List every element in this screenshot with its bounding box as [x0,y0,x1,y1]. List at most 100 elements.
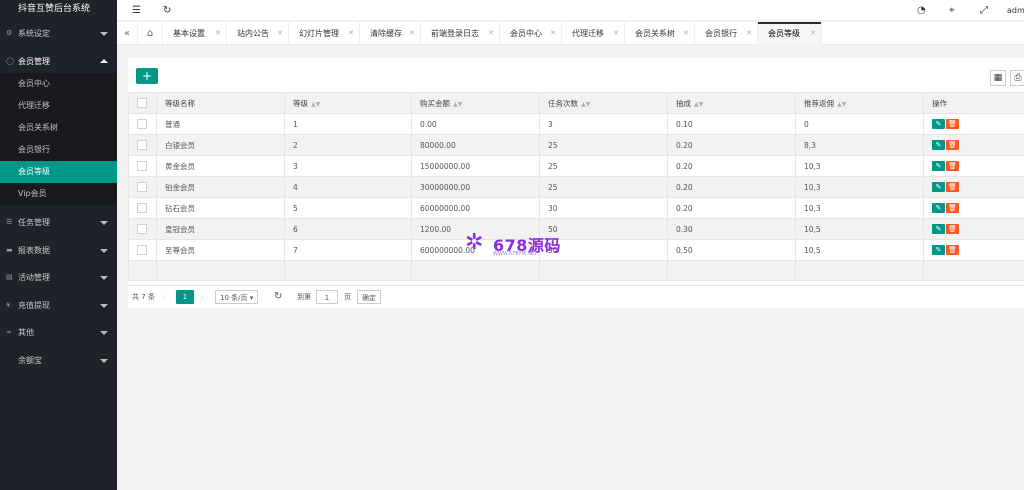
sort-icon[interactable]: ▲▼ [311,101,320,108]
print-icon[interactable]: ⎙ [1010,70,1024,86]
goto-page-input[interactable]: 1 [316,290,338,304]
close-icon[interactable]: ✕ [277,22,283,45]
delete-button[interactable]: 🗑 [946,182,959,192]
user-icon: ◯ [6,56,14,65]
menu-toggle-icon[interactable]: ☰ [132,0,141,21]
tab-notice[interactable]: 站内公告 ✕ [227,22,289,45]
delete-button[interactable]: 🗑 [946,203,959,213]
header-commission[interactable]: 抽成 ▲▼ [667,92,796,114]
select-all-checkbox[interactable] [137,98,147,108]
sort-icon[interactable]: ▲▼ [837,101,846,108]
row-checkbox[interactable] [137,119,147,129]
sidebar-item-label: 会员管理 [18,56,50,66]
tab-slides[interactable]: 幻灯片管理 ✕ [289,22,360,45]
close-icon[interactable]: ✕ [215,22,221,45]
home-icon[interactable]: ⌂ [138,22,163,45]
goto-confirm-button[interactable]: 确定 [357,290,381,304]
sidebar-subitem-relation-tree[interactable]: 会员关系树 [0,117,117,139]
row-checkbox[interactable] [137,140,147,150]
close-icon[interactable]: ✕ [810,22,816,45]
header-referral[interactable]: 推荐返佣 ▲▼ [795,92,924,114]
cell-task-count: 25 [539,155,668,177]
tabs-scroll-left-icon[interactable]: « [117,22,138,45]
tab-member-center[interactable]: 会员中心 ✕ [500,22,562,45]
add-button[interactable]: + [136,68,158,84]
sidebar-item-label: 充值提现 [18,300,50,310]
edit-button[interactable]: ✎ [932,119,945,129]
cell-level-name: 至尊会员 [156,239,285,261]
close-icon[interactable]: ✕ [348,22,354,45]
tab-login-log[interactable]: 前端登录日志 ✕ [421,22,500,45]
sidebar-item-activity[interactable]: ▤ 活动管理 [0,266,117,290]
delete-button[interactable]: 🗑 [946,140,959,150]
delete-button[interactable]: 🗑 [946,161,959,171]
edit-button[interactable]: ✎ [932,182,945,192]
chevron-down-icon [100,221,108,225]
user-name[interactable]: adm [1007,0,1024,21]
tab-clear-cache[interactable]: 清除缓存 ✕ [360,22,421,45]
sidebar-subitem-vip[interactable]: Vip会员 [0,183,117,205]
header-task-count[interactable]: 任务次数 ▲▼ [539,92,668,114]
row-checkbox[interactable] [137,203,147,213]
next-page-icon[interactable]: › [201,290,204,304]
cell-level-name: 皇冠会员 [156,218,285,240]
refresh-icon[interactable]: ↻ [163,0,171,21]
prev-page-icon[interactable]: ‹ [162,290,165,304]
page-size-select[interactable]: 10 条/页 ▾ [215,290,259,304]
close-icon[interactable]: ✕ [409,22,415,45]
theme-icon[interactable]: ◔ [917,0,926,21]
tab-relation-tree[interactable]: 会员关系树 ✕ [625,22,695,45]
sidebar-item-member[interactable]: ◯ 会员管理 [0,50,117,74]
delete-button[interactable]: 🗑 [946,245,959,255]
tag-icon[interactable]: ⌖ [949,0,955,21]
sidebar-subitem-member-bank[interactable]: 会员银行 [0,139,117,161]
edit-button[interactable]: ✎ [932,203,945,213]
edit-button[interactable]: ✎ [932,161,945,171]
sidebar-subitem-agent-migrate[interactable]: 代理迁移 [0,95,117,117]
row-checkbox[interactable] [137,224,147,234]
table-total-row [128,260,1024,281]
delete-button[interactable]: 🗑 [946,224,959,234]
sort-icon[interactable]: ▲▼ [453,101,462,108]
tab-agent-migrate[interactable]: 代理迁移 ✕ [562,22,625,45]
header-amount[interactable]: 购买金额 ▲▼ [411,92,540,114]
app-title: 抖音互赞后台系统 [0,0,117,18]
table-row: 白银会员 2 80000.00 25 0.20 8,3 ✎ 🗑 [128,134,1024,156]
close-icon[interactable]: ✕ [613,22,619,45]
tab-member-level[interactable]: 会员等级 ✕ [758,22,822,45]
row-checkbox[interactable] [137,245,147,255]
sidebar-subitem-member-center[interactable]: 会员中心 [0,73,117,95]
sidebar-item-system[interactable]: ⚙ 系统设定 [0,22,117,46]
sort-icon[interactable]: ▲▼ [694,101,703,108]
current-page-button[interactable]: 1 [176,290,194,304]
total-count: 共 7 条 [132,293,155,301]
close-icon[interactable]: ✕ [683,22,689,45]
delete-button[interactable]: 🗑 [946,119,959,129]
sidebar-item-task[interactable]: ☰ 任务管理 [0,211,117,235]
cell-task-count: 25 [539,134,668,156]
chevron-up-icon [100,58,108,63]
refresh-icon[interactable]: ↻ [274,290,282,304]
close-icon[interactable]: ✕ [746,22,752,45]
row-checkbox[interactable] [137,182,147,192]
edit-button[interactable]: ✎ [932,245,945,255]
sidebar-item-report[interactable]: ▬ 报表数据 [0,239,117,263]
sidebar-subitem-member-level[interactable]: 会员等级 [0,161,117,183]
row-checkbox[interactable] [137,161,147,171]
columns-icon[interactable]: ▦ [990,70,1006,86]
close-icon[interactable]: ✕ [488,22,494,45]
sidebar-item-yuebao[interactable]: 余额宝 [0,349,117,373]
fullscreen-icon[interactable]: ⤢ [980,0,988,21]
sidebar-item-recharge[interactable]: ¥ 充值提现 [0,294,117,318]
header-level[interactable]: 等级 ▲▼ [284,92,412,114]
edit-button[interactable]: ✎ [932,224,945,234]
cell-commission: 0.20 [667,134,796,156]
table-row: 普通 1 0.00 3 0.10 0 ✎ 🗑 [128,113,1024,135]
tab-basic-settings[interactable]: 基本设置 ✕ [163,22,227,45]
close-icon[interactable]: ✕ [550,22,556,45]
sidebar-item-other[interactable]: ∞ 其他 [0,321,117,345]
tab-member-bank[interactable]: 会员银行 ✕ [695,22,758,45]
chevron-down-icon: ▾ [249,294,254,302]
sort-icon[interactable]: ▲▼ [581,101,590,108]
edit-button[interactable]: ✎ [932,140,945,150]
